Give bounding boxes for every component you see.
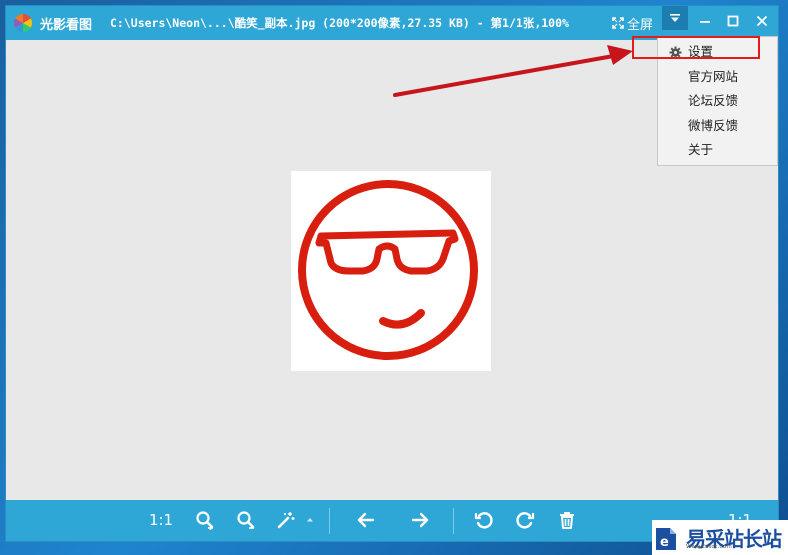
main-menu-button[interactable] [662,6,688,30]
fullscreen-icon [612,17,624,29]
menu-dropdown-icon [670,14,680,22]
close-icon [756,15,768,27]
annotation-highlight-box [632,36,760,59]
toolbar-divider [453,508,454,534]
minimize-button[interactable] [691,9,719,33]
close-button[interactable] [748,9,776,33]
menu-item-forum-feedback[interactable]: 论坛反馈 [658,90,777,112]
menu-item-about[interactable]: 关于 [658,139,777,161]
enhance-options-dropdown[interactable] [304,508,316,532]
fullscreen-label: 全屏 [627,17,654,33]
menu-item-weibo-feedback[interactable]: 微博反馈 [658,115,777,137]
actual-size-button[interactable]: 1:1 [149,508,173,532]
menu-item-official-website[interactable]: 官方网站 [658,66,777,88]
rotate-left-button[interactable] [472,508,496,532]
menu-item-label: 官方网站 [688,69,739,84]
file-info: C:\Users\Neon\...\酷笑_副本.jpg (200*200像素,2… [110,16,569,30]
trash-icon [560,512,574,529]
app-logo-icon [14,14,32,32]
minimize-icon [700,21,710,23]
cool-smiley-icon [298,180,478,360]
arrow-right-icon [411,512,429,528]
magic-wand-icon [277,512,295,529]
caret-up-icon [307,518,313,522]
magic-enhance-button[interactable] [274,508,298,532]
svg-text:e: e [660,535,669,550]
maximize-button[interactable] [719,9,747,33]
delete-button[interactable] [555,508,579,532]
watermark-logo-icon: e [656,527,676,550]
displayed-image [291,171,491,371]
rotate-right-icon [516,512,535,529]
rotate-right-button[interactable] [513,508,537,532]
next-image-button[interactable] [408,508,432,532]
menu-item-label: 微博反馈 [688,118,739,133]
zoom-out-button[interactable] [234,508,258,532]
menu-item-label: 论坛反馈 [688,93,739,108]
title-bar: 光影看图 C:\Users\Neon\...\酷笑_副本.jpg (200*20… [6,6,778,40]
image-viewer-window: 光影看图 C:\Users\Neon\...\酷笑_副本.jpg (200*20… [6,6,778,541]
annotation-arrow-icon [393,45,633,97]
toolbar-divider [329,508,330,534]
zoom-out-icon [237,511,255,529]
previous-image-button[interactable] [354,508,378,532]
site-watermark: e 易采站长站 Www.Easck.Com [652,520,788,555]
arrow-left-icon [357,512,375,528]
zoom-in-button[interactable] [193,508,217,532]
maximize-icon [727,15,739,27]
app-title: 光影看图 [40,18,93,33]
watermark-url: Www.Easck.Com [686,544,732,550]
menu-item-label: 关于 [688,142,714,157]
fullscreen-button[interactable]: 全屏 [612,12,653,34]
zoom-in-icon [196,511,214,530]
rotate-left-icon [474,512,493,529]
